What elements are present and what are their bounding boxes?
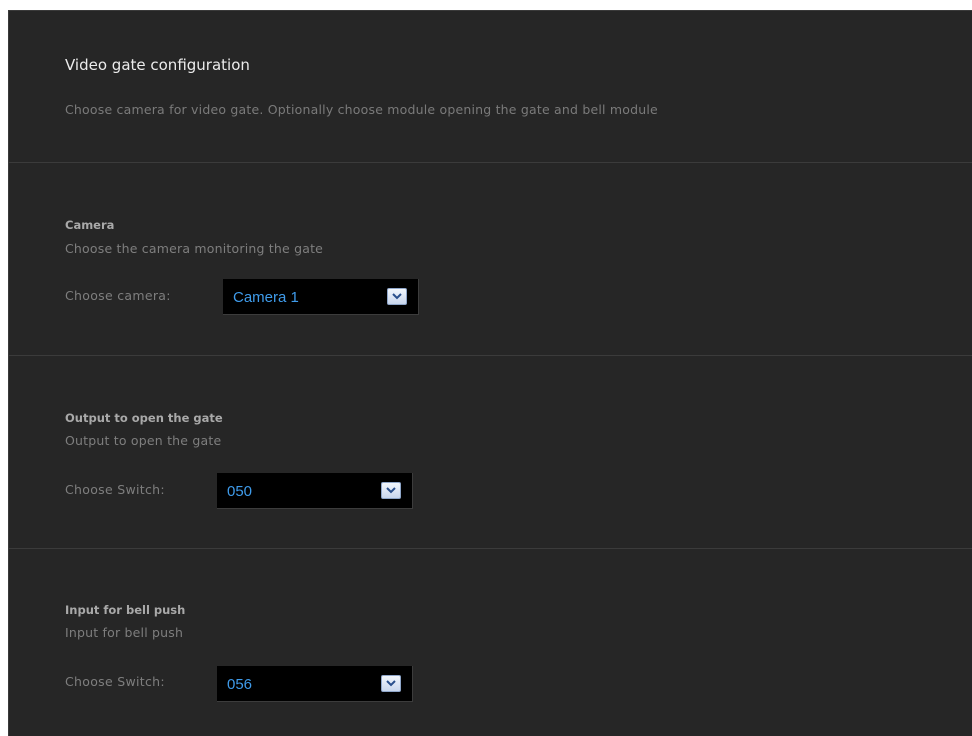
video-gate-panel: Video gate configuration Choose camera f… (8, 10, 972, 736)
camera-select[interactable]: Camera 1 (223, 279, 419, 315)
camera-section-description: Choose the camera monitoring the gate (65, 241, 324, 256)
output-switch-value: 050 (227, 483, 253, 500)
header-section: Video gate configuration Choose camera f… (9, 11, 972, 163)
camera-section-title: Camera (65, 218, 115, 232)
output-section-description: Output to open the gate (65, 433, 222, 448)
chevron-down-icon[interactable] (381, 482, 401, 499)
page-subtitle: Choose camera for video gate. Optionally… (65, 102, 658, 117)
chevron-down-icon[interactable] (381, 675, 401, 692)
input-switch-select[interactable]: 056 (217, 666, 413, 702)
output-section-title: Output to open the gate (65, 411, 223, 425)
output-switch-select[interactable]: 050 (217, 473, 413, 509)
input-select-label: Choose Switch: (65, 674, 165, 689)
output-select-label: Choose Switch: (65, 482, 165, 497)
output-section: Output to open the gate Output to open t… (9, 356, 972, 549)
chevron-down-icon[interactable] (387, 288, 407, 305)
input-section-description: Input for bell push (65, 625, 184, 640)
page-title: Video gate configuration (65, 56, 250, 74)
input-section: Input for bell push Input for bell push … (9, 549, 972, 736)
input-section-title: Input for bell push (65, 603, 186, 617)
input-switch-value: 056 (227, 676, 253, 693)
camera-section: Camera Choose the camera monitoring the … (9, 163, 972, 356)
camera-select-label: Choose camera: (65, 288, 171, 303)
camera-select-value: Camera 1 (233, 289, 299, 306)
